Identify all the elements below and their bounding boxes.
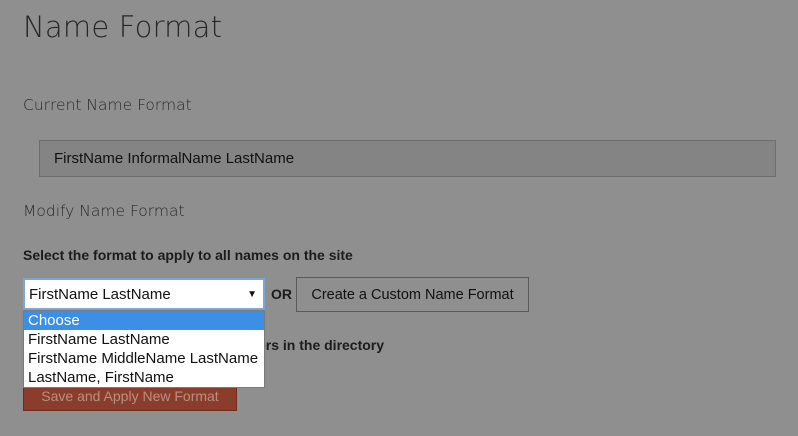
dropdown-option-choose[interactable]: Choose	[24, 311, 264, 330]
create-custom-format-button[interactable]: Create a Custom Name Format	[296, 277, 529, 312]
page-title: Name Format	[23, 10, 223, 44]
modify-format-heading: Modify Name Format	[23, 202, 185, 220]
format-select-value: FirstName LastName	[29, 285, 171, 303]
chevron-down-icon: ▼	[247, 288, 257, 300]
or-label: OR	[271, 286, 292, 302]
dropdown-option-last-first[interactable]: LastName, FirstName	[24, 368, 264, 387]
current-format-heading: Current Name Format	[23, 96, 192, 114]
format-dropdown-list: Choose FirstName LastName FirstName Midd…	[23, 310, 265, 388]
apply-checkbox-label[interactable]: ers in the directory	[258, 337, 384, 353]
dropdown-option-first-last[interactable]: FirstName LastName	[24, 330, 264, 349]
dropdown-option-first-middle-last[interactable]: FirstName MiddleName LastName	[24, 349, 264, 368]
current-format-value: FirstName InformalName LastName	[39, 140, 776, 177]
format-select[interactable]: FirstName LastName ▼	[23, 278, 265, 310]
format-instruction: Select the format to apply to all names …	[23, 247, 353, 263]
